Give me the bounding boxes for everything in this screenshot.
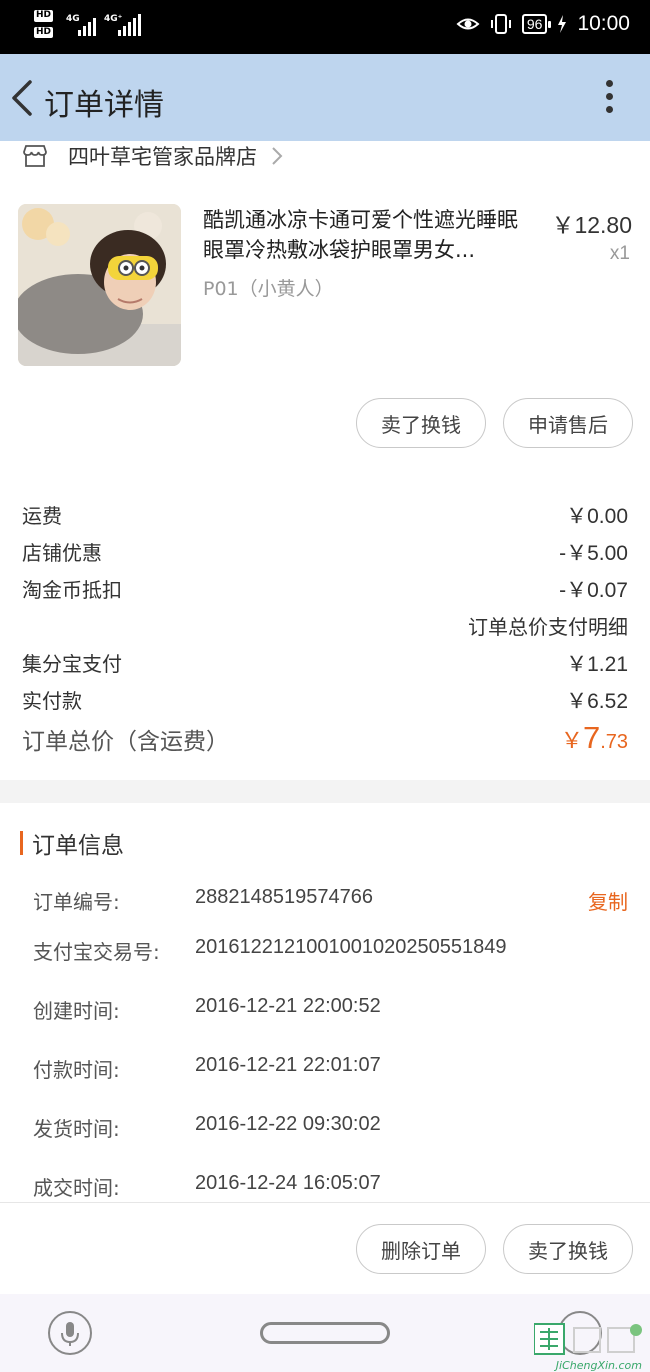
order-info-title: 订单信息 [32, 833, 124, 859]
product-sku: P01（小黄人） [203, 278, 334, 300]
top-nav-bar: 订单详情 [0, 54, 650, 141]
charging-icon [558, 15, 567, 33]
order-info-value: 2016-12-22 09:30:02 [195, 1113, 381, 1135]
fee-value: -￥5.00 [559, 542, 628, 565]
order-info-header: 订单信息 [20, 828, 124, 859]
payment-row: 集分宝支付 ￥1.21 [22, 648, 628, 678]
product-thumbnail[interactable] [18, 204, 181, 366]
product-title[interactable]: 酷凯通冰凉卡通可爱个性遮光睡眠眼罩冷热敷冰袋护眼罩男女... [203, 205, 533, 265]
home-gesture-bar[interactable] [260, 1322, 390, 1344]
product-image [18, 204, 181, 366]
payment-label: 集分宝支付 [22, 652, 122, 676]
total-currency: ￥ [560, 728, 583, 753]
payment-row: 实付款 ￥6.52 [22, 685, 628, 715]
chevron-left-icon[interactable] [8, 78, 34, 118]
order-info-row: 付款时间: 2016-12-21 22:01:07 [33, 1054, 628, 1084]
delete-order-button[interactable]: 删除订单 [356, 1224, 486, 1274]
order-info-row: 成交时间: 2016-12-24 16:05:07 [33, 1172, 628, 1202]
page-title: 订单详情 [44, 88, 164, 123]
microphone-icon[interactable] [48, 1311, 92, 1355]
payment-value: ￥1.21 [566, 653, 628, 676]
fee-label: 店铺优惠 [22, 541, 102, 565]
order-info-value: 2016-12-24 16:05:07 [195, 1172, 381, 1194]
fee-row: 运费 ￥0.00 [22, 500, 628, 530]
order-info-value: 2882148519574766 [195, 886, 373, 908]
fee-label: 淘金币抵扣 [22, 578, 122, 602]
shop-link[interactable]: 四叶草宅管家品牌店 [22, 140, 283, 172]
hd-badge: HD [34, 26, 54, 39]
watermark-text: JiChengXin.com [555, 1359, 642, 1372]
payment-value: ￥6.52 [566, 690, 628, 713]
bottom-bar-divider [0, 1202, 650, 1203]
order-info-key: 付款时间: [33, 1058, 120, 1082]
fee-value: ￥0.00 [566, 505, 628, 528]
more-vertical-icon[interactable] [606, 80, 614, 116]
shop-name: 四叶草宅管家品牌店 [68, 145, 257, 169]
order-info-value: 2016-12-21 22:00:52 [195, 995, 381, 1017]
order-info-value: 2016122121001001020250551849 [195, 936, 507, 958]
order-info-row: 发货时间: 2016-12-22 09:30:02 [33, 1113, 628, 1143]
eye-comfort-icon [456, 18, 480, 30]
hd-badges: HD HD [34, 8, 54, 41]
order-info-row: 创建时间: 2016-12-21 22:00:52 [33, 995, 628, 1025]
vibrate-icon [490, 14, 511, 34]
order-info-key: 成交时间: [33, 1176, 120, 1200]
order-info-row: 订单编号: 2882148519574766 [33, 886, 628, 916]
fee-row: 淘金币抵扣 -￥0.07 [22, 574, 628, 604]
order-total-value: ￥7.73 [561, 720, 628, 756]
order-total-label: 订单总价（含运费） [22, 729, 229, 755]
copy-order-number-button[interactable]: 复制 [588, 886, 628, 915]
payment-detail-row: 订单总价支付明细 [22, 611, 628, 641]
status-bar: HD HD 4G 4G⁺ 96 10:00 [0, 0, 650, 54]
sell-for-cash-button[interactable]: 卖了换钱 [503, 1224, 633, 1274]
after-sales-button[interactable]: 申请售后 [503, 398, 633, 448]
fee-value: -￥0.07 [559, 579, 628, 602]
product-price: ￥12.80 [551, 212, 632, 238]
chevron-right-icon [272, 147, 283, 165]
order-info-value: 2016-12-21 22:01:07 [195, 1054, 381, 1076]
signal-icon [118, 14, 141, 36]
order-info-key: 订单编号: [33, 890, 120, 914]
order-info-key: 发货时间: [33, 1117, 120, 1141]
payment-detail-title: 订单总价支付明细 [468, 615, 628, 639]
payment-label: 实付款 [22, 689, 82, 713]
fee-row: 店铺优惠 -￥5.00 [22, 537, 628, 567]
hd-badge: HD [34, 10, 54, 22]
order-info-key: 创建时间: [33, 999, 120, 1023]
total-integer: 7 [582, 720, 601, 755]
store-icon [23, 145, 47, 167]
microphone-glyph [61, 1322, 79, 1346]
total-decimal: .73 [600, 731, 628, 753]
fee-label: 运费 [22, 504, 62, 528]
order-info-key: 支付宝交易号: [33, 940, 160, 964]
accent-bar [20, 831, 23, 855]
signal-icon [78, 14, 96, 36]
section-divider [0, 780, 650, 803]
product-quantity: x1 [609, 243, 630, 264]
sell-for-cash-button[interactable]: 卖了换钱 [356, 398, 486, 448]
clock: 10:00 [577, 12, 630, 35]
battery-icon: 96 [521, 14, 551, 34]
order-info-row: 支付宝交易号: 2016122121001001020250551849 [33, 936, 628, 966]
